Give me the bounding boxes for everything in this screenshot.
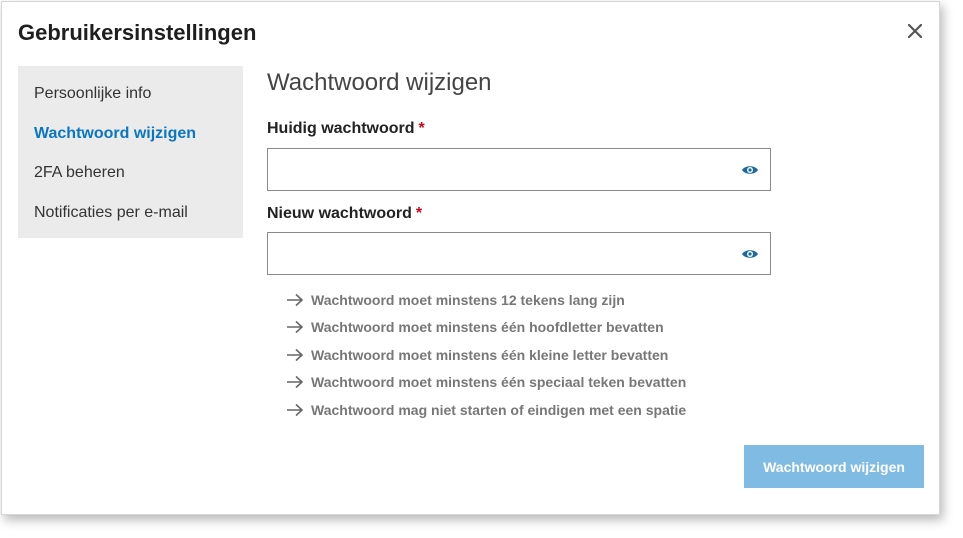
current-password-label: Huidig wachtwoord * <box>267 120 425 138</box>
sidebar-item-personal-info[interactable]: Persoonlijke info <box>18 74 243 114</box>
arrow-right-icon <box>287 376 304 389</box>
current-password-field-wrapper <box>267 148 771 191</box>
close-icon <box>908 24 922 38</box>
password-rule: Wachtwoord moet minstens 12 tekens lang … <box>286 286 686 314</box>
dialog-title: Gebruikersinstellingen <box>18 20 257 45</box>
current-password-input[interactable] <box>268 149 770 190</box>
required-marker: * <box>418 120 425 137</box>
arrow-right-icon <box>287 293 304 306</box>
sidebar-item-change-password[interactable]: Wachtwoord wijzigen <box>18 114 243 154</box>
show-new-password-button[interactable] <box>740 245 760 263</box>
new-password-label-text: Nieuw wachtwoord <box>267 205 412 222</box>
password-rule-text: Wachtwoord moet minstens één kleine lett… <box>311 346 669 363</box>
arrow-right-icon <box>287 403 304 416</box>
settings-dialog: Gebruikersinstellingen Persoonlijke info… <box>1 1 940 515</box>
eye-icon <box>742 166 758 174</box>
required-marker: * <box>415 205 423 222</box>
close-button[interactable] <box>903 19 927 43</box>
change-password-button[interactable]: Wachtwoord wijzigen <box>744 445 924 488</box>
password-rule-text: Wachtwoord mag niet starten of eindigen … <box>311 401 687 418</box>
settings-sidebar: Persoonlijke info Wachtwoord wijzigen 2F… <box>18 66 243 238</box>
eye-icon <box>742 250 758 258</box>
sidebar-item-2fa[interactable]: 2FA beheren <box>18 153 243 193</box>
password-rule: Wachtwoord mag niet starten of eindigen … <box>286 396 686 424</box>
password-rule: Wachtwoord moet minstens één hoofdletter… <box>286 314 686 342</box>
section-title: Wachtwoord wijzigen <box>267 69 492 96</box>
new-password-input[interactable] <box>268 233 770 274</box>
sidebar-item-email-notifications[interactable]: Notificaties per e-mail <box>18 193 243 233</box>
current-password-label-text: Huidig wachtwoord <box>267 120 415 137</box>
new-password-label: Nieuw wachtwoord * <box>267 205 422 223</box>
password-rule-text: Wachtwoord moet minstens 12 tekens lang … <box>311 291 625 308</box>
password-rule-text: Wachtwoord moet minstens één speciaal te… <box>311 374 687 391</box>
password-rule: Wachtwoord moet minstens één speciaal te… <box>286 369 686 397</box>
password-requirements-list: Wachtwoord moet minstens 12 tekens lang … <box>286 286 686 424</box>
password-rule: Wachtwoord moet minstens één kleine lett… <box>286 341 686 369</box>
arrow-right-icon <box>287 348 304 361</box>
password-rule-text: Wachtwoord moet minstens één hoofdletter… <box>311 319 664 336</box>
arrow-right-icon <box>287 321 304 334</box>
show-current-password-button[interactable] <box>740 161 760 179</box>
new-password-field-wrapper <box>267 232 771 275</box>
